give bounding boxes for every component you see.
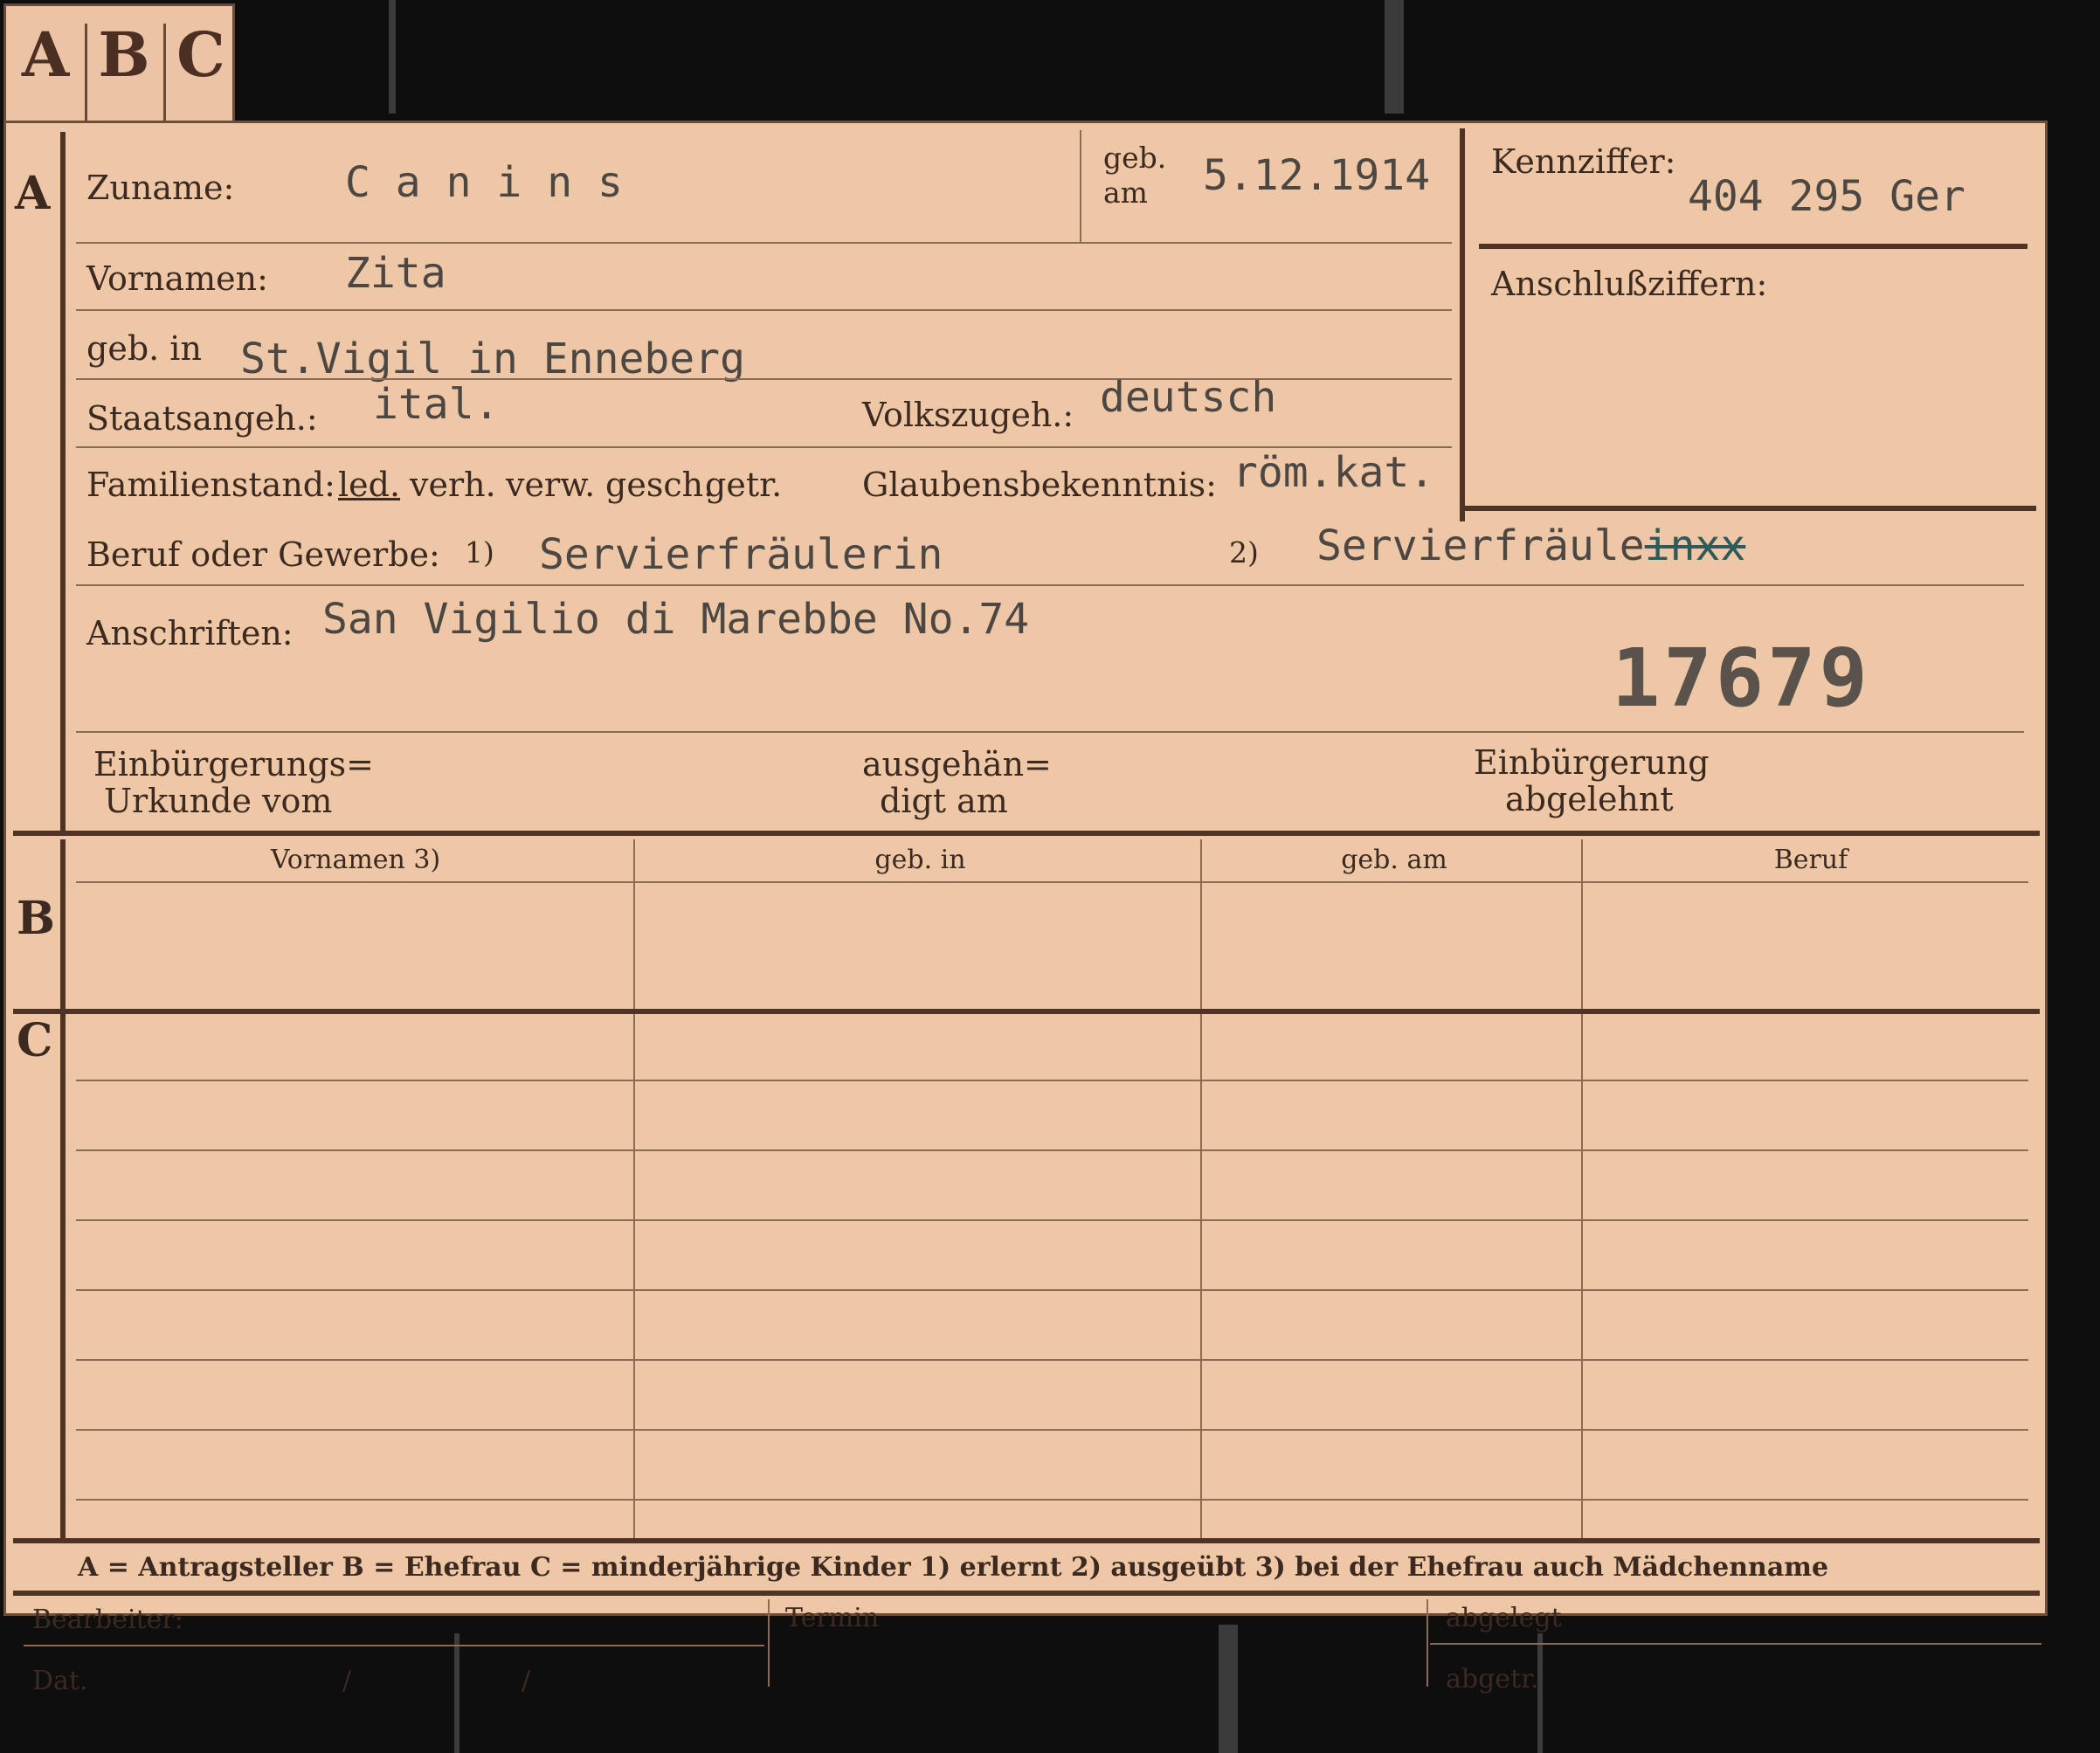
occupation-learned-value: Servierfräulerin <box>539 530 943 579</box>
children-row-rule <box>76 1429 2028 1431</box>
spouse-occupation-header: Beruf <box>1773 845 1848 875</box>
address-value: San Vigilio di Marebbe No.74 <box>322 595 1030 644</box>
footer-divider <box>768 1599 770 1687</box>
occupation-practiced-text: Servierfräule <box>1316 521 1645 570</box>
children-row-rule <box>76 1499 2028 1501</box>
occupation-marker-2: 2) <box>1229 535 1259 569</box>
birthplace-label: geb. in <box>86 329 202 368</box>
section-b-bottom-rule <box>13 1009 2040 1014</box>
rule <box>1430 1643 2041 1645</box>
occupation-marker-1: 1) <box>465 535 494 569</box>
children-row-rule <box>76 1289 2028 1291</box>
rejected-label: Einbürgerung <box>1474 743 1710 782</box>
birthplace-value: St.Vigil in Enneberg <box>240 335 745 383</box>
code-value: 404 295 Ger <box>1688 172 1965 221</box>
children-row-rule <box>76 1359 2028 1361</box>
file-number-stamp: 17679 <box>1612 631 1871 725</box>
rule <box>76 242 1452 244</box>
marital-option-married: verh. <box>410 466 496 504</box>
code-label: Kennziffer: <box>1491 142 1676 181</box>
section-c-left-rule <box>60 1018 66 1542</box>
marital-option-separated: getr. <box>705 466 783 504</box>
deadline-label: Termin <box>785 1603 880 1633</box>
rule <box>24 1645 764 1646</box>
children-row-rule <box>76 1149 2028 1151</box>
legend-text: A = Antragsteller B = Ehefrau C = minder… <box>78 1552 1829 1583</box>
background-streak <box>389 0 396 114</box>
id-box-bottom-rule <box>1460 506 2036 511</box>
clerk-label: Bearbeiter: <box>32 1605 183 1635</box>
first-names-value: Zita <box>345 249 446 298</box>
delivered-label-2: digt am <box>880 782 1008 820</box>
background-streak <box>1385 0 1404 114</box>
id-box-left-rule <box>1460 128 1465 521</box>
first-names-label: Vornamen: <box>86 259 268 298</box>
birth-date-value: 5.12.1914 <box>1203 151 1431 200</box>
children-row-rule <box>76 1219 2028 1221</box>
rule <box>76 584 2024 586</box>
marital-option-single: led. <box>338 466 401 504</box>
occupation-label: Beruf oder Gewerbe: <box>86 535 440 574</box>
registration-card: A B C Zuname: C a n i n s geb. am 5.12.1… <box>3 121 2048 1696</box>
birth-date-label-2: am <box>1103 176 1148 210</box>
ethnicity-value: deutsch <box>1100 373 1277 422</box>
birth-date-label: geb. <box>1103 141 1167 175</box>
section-c-bottom-rule <box>13 1538 2040 1543</box>
filed-label: abgelegt <box>1446 1603 1562 1633</box>
marital-option-widowed: verw. <box>506 466 596 504</box>
spouse-birthplace-header: geb. in <box>874 845 966 875</box>
section-b-letter: B <box>17 892 55 945</box>
footer-divider <box>1426 1599 1428 1687</box>
section-a-letter: A <box>15 167 51 220</box>
index-tab: A B C <box>3 3 235 128</box>
citizenship-value: ital. <box>373 380 500 429</box>
legend-bottom-rule <box>13 1591 2040 1596</box>
id-box-divider <box>1479 244 2027 249</box>
surname-value: C a n i n s <box>345 158 623 207</box>
tab-letter-c: C <box>176 18 225 91</box>
naturalization-label: Einbürgerungs= <box>93 745 374 783</box>
linked-numbers-label: Anschlußziffern: <box>1491 265 1768 303</box>
column-divider <box>633 1018 635 1542</box>
marital-option-divorced: gesch. <box>605 466 715 504</box>
column-divider <box>1581 1018 1583 1542</box>
address-label: Anschriften: <box>86 614 294 652</box>
marital-status-label: Familienstand: <box>86 466 335 504</box>
surname-label: Zuname: <box>86 169 235 207</box>
sent-label: abgetr. <box>1446 1664 1539 1694</box>
rule <box>76 731 2024 733</box>
tab-divider <box>85 24 87 121</box>
occupation-struck-text: inxx <box>1644 521 1746 570</box>
delivered-label: ausgehän= <box>862 745 1052 783</box>
rule <box>76 881 2028 883</box>
citizenship-label: Staatsangeh.: <box>86 399 318 438</box>
rule <box>76 309 1452 311</box>
date-separator: / <box>342 1666 352 1696</box>
religion-value: röm.kat. <box>1233 448 1435 497</box>
section-c-letter: C <box>17 1014 53 1067</box>
religion-label: Glaubensbekenntnis: <box>862 466 1217 504</box>
spouse-first-names-header: Vornamen 3) <box>270 845 441 875</box>
date-separator: / <box>522 1666 531 1696</box>
section-a-bottom-rule <box>13 831 2040 836</box>
rejected-label-2: abgelehnt <box>1505 780 1674 818</box>
tab-letter-a: A <box>21 18 70 91</box>
background-streak <box>454 1633 459 1753</box>
occupation-practiced-value: Servierfräuleinxx <box>1316 521 1745 570</box>
section-a-left-rule <box>60 132 66 831</box>
date-label: Dat. <box>32 1666 88 1696</box>
ethnicity-label: Volkszugeh.: <box>862 396 1074 434</box>
birthdate-divider <box>1080 130 1081 244</box>
column-divider <box>1200 1018 1202 1542</box>
spouse-birthdate-header: geb. am <box>1341 845 1447 875</box>
children-row-rule <box>76 1080 2028 1081</box>
background-streak <box>1219 1625 1238 1753</box>
naturalization-label-2: Urkunde vom <box>104 782 333 820</box>
tab-letter-b: B <box>98 18 150 91</box>
